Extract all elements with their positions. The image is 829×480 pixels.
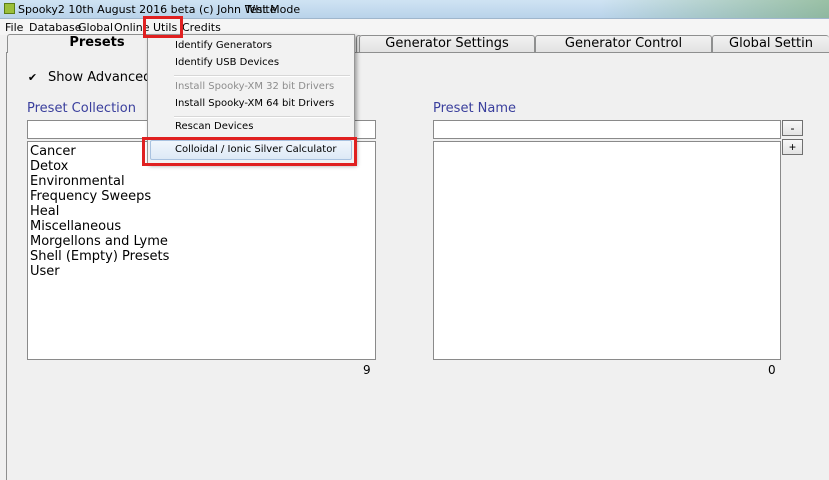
list-item[interactable]: Miscellaneous <box>28 219 375 234</box>
preset-name-filter[interactable] <box>433 120 781 139</box>
tab-generator-settings[interactable]: Generator Settings <box>359 35 535 52</box>
title-bar-decoration <box>600 0 829 18</box>
menu-rescan-devices[interactable]: Rescan Devices <box>175 121 253 132</box>
list-item[interactable]: User <box>28 264 375 279</box>
checkmark-icon: ✔ <box>27 71 38 84</box>
menu-credits[interactable]: Credits <box>182 21 221 34</box>
add-preset-button[interactable]: + <box>782 139 803 155</box>
menu-separator <box>174 116 350 118</box>
preset-name-label: Preset Name <box>433 101 517 116</box>
list-item[interactable]: Morgellons and Lyme <box>28 234 375 249</box>
show-advanced-checkbox[interactable]: ✔ <box>27 72 38 83</box>
menu-global[interactable]: Global <box>78 21 113 34</box>
menu-separator <box>174 75 350 77</box>
silver-calculator-highlight-box <box>142 137 357 166</box>
menu-install-32bit-drivers: Install Spooky-XM 32 bit Drivers <box>175 81 335 92</box>
preset-collection-label: Preset Collection <box>27 101 136 116</box>
utils-menu-highlight-box <box>143 16 183 38</box>
tab-global-settings[interactable]: Global Settin <box>712 35 829 52</box>
menu-file[interactable]: File <box>5 21 23 34</box>
remove-preset-button[interactable]: - <box>782 120 803 136</box>
window-mode: Test Mode <box>245 3 301 16</box>
preset-name-count: 0 <box>768 363 776 377</box>
list-item[interactable]: Frequency Sweeps <box>28 189 375 204</box>
title-bar: Spooky2 10th August 2016 beta (c) John W… <box>0 0 829 19</box>
tab-generator-control[interactable]: Generator Control <box>535 35 712 52</box>
menu-identify-generators[interactable]: Identify Generators <box>175 40 272 51</box>
preset-collection-count: 9 <box>363 363 371 377</box>
window-title: Spooky2 10th August 2016 beta (c) John W… <box>18 3 277 16</box>
preset-collection-list[interactable]: Cancer Detox Environmental Frequency Swe… <box>27 141 376 360</box>
menu-install-64bit-drivers[interactable]: Install Spooky-XM 64 bit Drivers <box>175 98 334 109</box>
menu-identify-usb-devices[interactable]: Identify USB Devices <box>175 57 279 68</box>
menu-database[interactable]: Database <box>29 21 82 34</box>
spooky2-app-icon <box>4 3 15 14</box>
list-item[interactable]: Shell (Empty) Presets <box>28 249 375 264</box>
list-item[interactable]: Environmental <box>28 174 375 189</box>
list-item[interactable]: Heal <box>28 204 375 219</box>
preset-name-list[interactable] <box>433 141 781 360</box>
menu-bar: File Database Global Online Utils Credit… <box>0 19 829 35</box>
